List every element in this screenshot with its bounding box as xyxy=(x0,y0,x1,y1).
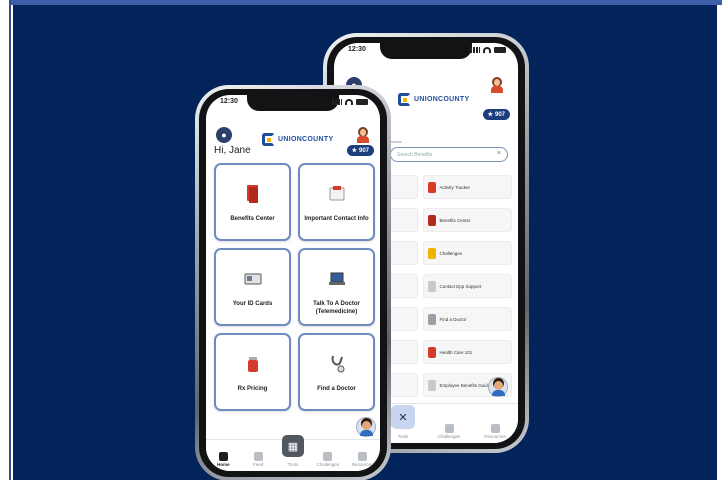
book-icon xyxy=(246,185,258,203)
battery-icon xyxy=(494,47,506,53)
clear-search-icon[interactable]: × xyxy=(497,150,501,157)
star-icon: ★ xyxy=(351,148,357,154)
status-time: 12:30 xyxy=(220,98,238,105)
front-phone: 12:30 ● UNIONCOUNTY Hi, Jane ★ 907 Benef… xyxy=(195,85,391,480)
close-icon: ✕ xyxy=(391,405,415,429)
status-time: 12:30 xyxy=(348,46,366,53)
assistant-avatar-button[interactable] xyxy=(488,377,508,397)
union-county-logo: UNIONCOUNTY xyxy=(262,133,333,146)
list-item[interactable]: Health Care 101 xyxy=(422,340,512,364)
front-tab-bar: Home Feed ▦ Tools Challenges Resources xyxy=(206,435,380,471)
pill-bottle-icon xyxy=(247,357,258,372)
points-badge[interactable]: ★ 907 xyxy=(346,145,374,156)
list-item[interactable]: Challenges xyxy=(422,241,512,265)
card-benefits-center[interactable]: Benefits Center xyxy=(214,163,291,241)
contact-icon xyxy=(427,281,436,292)
resources-icon xyxy=(358,452,368,461)
guide-icon xyxy=(427,380,436,391)
resources-icon xyxy=(490,424,500,433)
promo-frame: 12:30 ● UNIONCOUNTY ★ 907 xyxy=(0,0,722,480)
tab-tools[interactable]: ✕ Tools xyxy=(390,405,416,439)
union-county-logo: UNIONCOUNTY xyxy=(398,93,469,106)
list-item[interactable]: Activity Tracker xyxy=(422,175,512,199)
notch xyxy=(247,95,339,111)
list-item[interactable]: Benefits Center xyxy=(422,208,512,232)
tab-challenges[interactable]: Challenges xyxy=(315,452,341,467)
trophy-icon xyxy=(444,424,454,433)
tools-grid: Benefits Center Important Contact Info Y… xyxy=(214,163,375,411)
card-important-contact-info[interactable]: Important Contact Info xyxy=(298,163,375,241)
notification-bell-icon[interactable]: ● xyxy=(216,127,232,143)
status-icons xyxy=(470,47,506,53)
card-find-a-doctor[interactable]: Find a Doctor xyxy=(298,333,375,411)
stethoscope-icon xyxy=(331,355,344,373)
search-input[interactable]: Search Benefits × xyxy=(390,147,508,162)
laptop-icon xyxy=(328,272,345,285)
greeting: Hi, Jane xyxy=(214,145,251,156)
front-phone-screen: 12:30 ● UNIONCOUNTY Hi, Jane ★ 907 Benef… xyxy=(206,95,380,471)
logo-mark-icon xyxy=(262,133,275,146)
trophy-icon xyxy=(323,452,333,461)
contact-card-icon xyxy=(329,186,344,201)
tab-feed[interactable]: Feed xyxy=(245,452,271,467)
tab-tools[interactable]: ▦ Tools xyxy=(280,435,306,467)
signal-icon xyxy=(470,47,480,53)
card-rx-pricing[interactable]: Rx Pricing xyxy=(214,333,291,411)
activity-icon xyxy=(427,182,436,193)
card-your-id-cards[interactable]: Your ID Cards xyxy=(214,248,291,326)
stethoscope-icon xyxy=(427,314,436,325)
signal-icon xyxy=(332,99,342,105)
wifi-icon xyxy=(483,47,491,53)
tab-resources[interactable]: Resources xyxy=(482,424,508,439)
thumbs-up-icon xyxy=(253,452,263,461)
user-avatar[interactable] xyxy=(356,127,370,143)
tab-challenges[interactable]: Challenges xyxy=(436,424,462,439)
logo-mark-icon xyxy=(398,93,411,106)
list-item[interactable]: Contact Epp Support xyxy=(422,274,512,298)
grid-icon: ▦ xyxy=(281,435,304,457)
wifi-icon xyxy=(345,99,353,105)
user-avatar[interactable] xyxy=(490,77,504,93)
status-icons xyxy=(332,99,368,105)
trophy-icon xyxy=(427,248,436,259)
health-icon xyxy=(427,347,436,358)
tab-resources[interactable]: Resources xyxy=(350,452,376,467)
home-icon xyxy=(218,452,228,461)
book-icon xyxy=(427,215,436,226)
navy-background: 12:30 ● UNIONCOUNTY ★ 907 xyxy=(13,5,717,480)
card-talk-to-a-doctor[interactable]: Talk To A Doctor (Telemedicine) xyxy=(298,248,375,326)
battery-icon xyxy=(356,99,368,105)
left-border xyxy=(0,0,11,480)
tab-home[interactable]: Home xyxy=(210,452,236,467)
points-badge[interactable]: ★ 907 xyxy=(482,109,510,120)
assistant-avatar-button[interactable] xyxy=(356,417,376,437)
notch xyxy=(380,43,472,59)
list-item[interactable]: Find a Doctor xyxy=(422,307,512,331)
star-icon: ★ xyxy=(487,112,493,118)
id-card-icon xyxy=(244,273,261,285)
